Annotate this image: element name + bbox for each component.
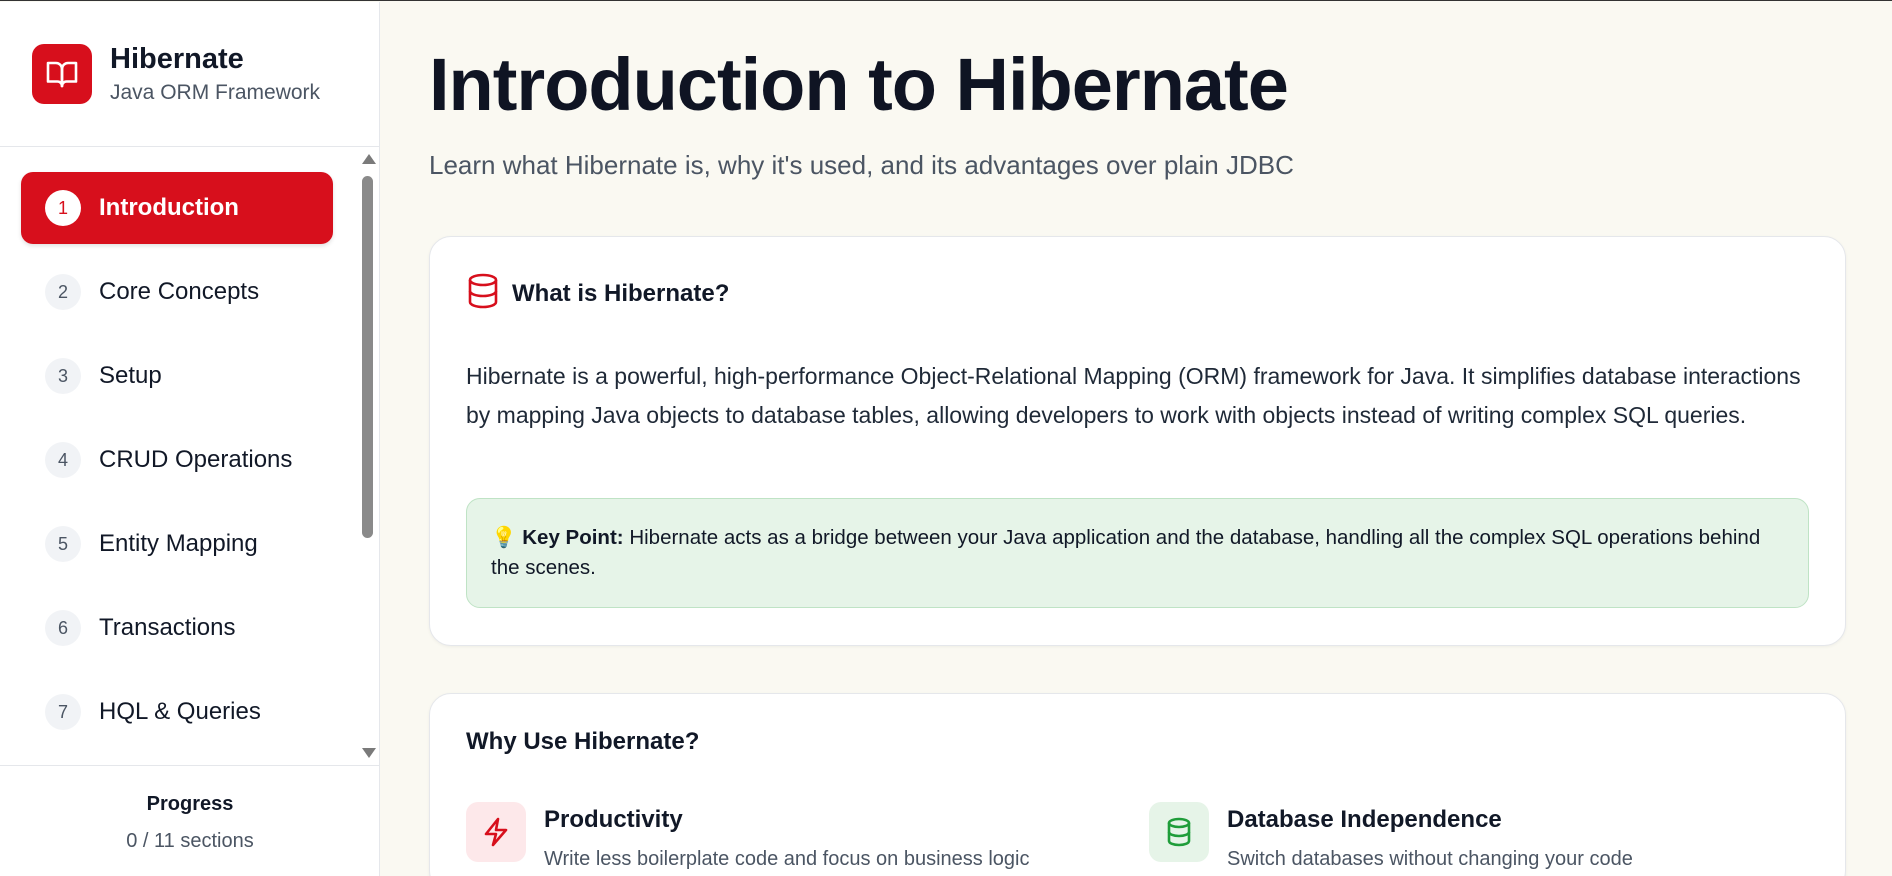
feature-title: Productivity xyxy=(544,806,683,833)
brand-title: Hibernate xyxy=(110,43,244,75)
card-title: What is Hibernate? xyxy=(512,279,730,307)
feature-desc: Switch databases without changing your c… xyxy=(1227,848,1633,870)
why-use-card: Why Use Hibernate? Productivity Write le… xyxy=(429,693,1846,876)
page-subtitle: Learn what Hibernate is, why it's used, … xyxy=(429,150,1294,180)
nav-label: Introduction xyxy=(99,194,239,221)
step-number: 2 xyxy=(45,274,81,310)
step-number: 1 xyxy=(45,190,81,226)
nav-item-transactions[interactable]: 6 Transactions xyxy=(21,592,333,664)
scroll-down-icon[interactable] xyxy=(362,748,376,758)
lightning-icon xyxy=(466,802,526,862)
card-title: Why Use Hibernate? xyxy=(466,728,700,755)
scroll-thumb[interactable] xyxy=(362,176,373,538)
brand-header: Hibernate Java ORM Framework xyxy=(0,2,379,147)
sidebar-scrollbar[interactable] xyxy=(357,148,379,764)
database-icon xyxy=(466,273,500,314)
step-number: 5 xyxy=(45,526,81,562)
card-header: What is Hibernate? xyxy=(466,273,729,314)
step-number: 6 xyxy=(45,610,81,646)
nav-item-introduction[interactable]: 1 Introduction xyxy=(21,172,333,244)
nav-label: Entity Mapping xyxy=(99,530,258,557)
nav-label: HQL & Queries xyxy=(99,698,261,725)
step-number: 3 xyxy=(45,358,81,394)
brand-subtitle: Java ORM Framework xyxy=(110,81,321,104)
key-point-label: Key Point: xyxy=(522,526,624,549)
feature-title: Database Independence xyxy=(1227,806,1502,833)
card-body: Hibernate is a powerful, high-performanc… xyxy=(466,363,1801,428)
progress-count: 0 / 11 sections xyxy=(126,830,254,852)
page-title: Introduction to Hibernate xyxy=(429,43,1289,126)
section-nav: 1 Introduction 2 Core Concepts 3 Setup 4… xyxy=(0,148,380,764)
progress-title: Progress xyxy=(146,793,234,815)
key-point-text: Hibernate acts as a bridge between your … xyxy=(491,526,1761,579)
scroll-up-icon[interactable] xyxy=(362,154,376,164)
sidebar: Hibernate Java ORM Framework 1 Introduct… xyxy=(0,2,380,876)
step-number: 7 xyxy=(45,694,81,730)
nav-label: Transactions xyxy=(99,614,236,641)
nav-label: CRUD Operations xyxy=(99,446,293,473)
what-is-card: What is Hibernate? Hibernate is a powerf… xyxy=(429,236,1846,646)
key-point-callout: 💡 Key Point: Hibernate acts as a bridge … xyxy=(466,498,1809,608)
feature-database-independence: Database Independence Switch databases w… xyxy=(1149,802,1633,871)
lightbulb-icon: 💡 xyxy=(491,526,517,549)
progress-panel: Progress 0 / 11 sections xyxy=(0,765,380,876)
database-icon xyxy=(1149,802,1209,862)
step-number: 4 xyxy=(45,442,81,478)
nav-item-crud-operations[interactable]: 4 CRUD Operations xyxy=(21,424,333,496)
nav-item-entity-mapping[interactable]: 5 Entity Mapping xyxy=(21,508,333,580)
nav-item-core-concepts[interactable]: 2 Core Concepts xyxy=(21,256,333,328)
feature-desc: Write less boilerplate code and focus on… xyxy=(544,848,1030,870)
feature-productivity: Productivity Write less boilerplate code… xyxy=(466,802,1029,871)
nav-label: Core Concepts xyxy=(99,278,260,305)
nav-item-hql-queries[interactable]: 7 HQL & Queries xyxy=(21,676,333,748)
nav-item-setup[interactable]: 3 Setup xyxy=(21,340,333,412)
book-open-icon xyxy=(32,44,92,104)
nav-label: Setup xyxy=(99,362,162,389)
